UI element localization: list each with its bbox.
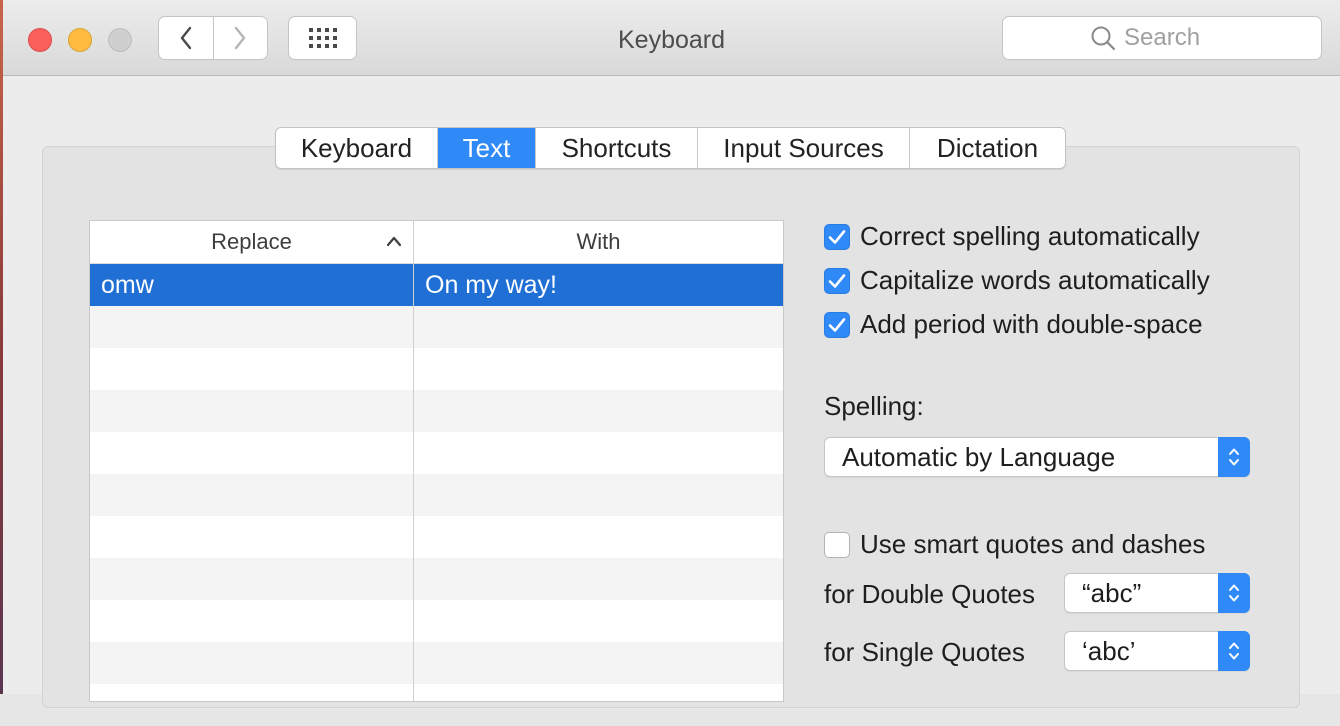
sort-ascending-icon: [386, 236, 402, 247]
tab-bar: Keyboard Text Shortcuts Input Sources Di…: [275, 127, 1066, 169]
with-cell: On my way!: [425, 271, 557, 299]
checkmark-icon: [828, 317, 846, 332]
replacement-table[interactable]: Replace With omw On my way!: [89, 220, 784, 702]
correct-spelling-option[interactable]: Correct spelling automatically: [824, 221, 1200, 252]
empty-row: [90, 684, 783, 726]
empty-row: [90, 306, 783, 348]
single-quotes-value: ‘abc’: [1082, 636, 1136, 666]
empty-row: [90, 558, 783, 600]
empty-row: [90, 516, 783, 558]
table-row[interactable]: omw On my way!: [90, 264, 783, 306]
smart-quotes-checkbox[interactable]: [824, 531, 850, 558]
search-icon: [1091, 26, 1116, 51]
tab-keyboard[interactable]: Keyboard: [276, 128, 437, 168]
empty-row: [90, 390, 783, 432]
double-space-period-option[interactable]: Add period with double-space: [824, 309, 1203, 340]
up-down-chevron-icon: [1229, 448, 1239, 466]
double-space-period-label: Add period with double-space: [860, 309, 1203, 339]
table-rows: omw On my way!: [90, 264, 783, 726]
tab-dictation[interactable]: Dictation: [909, 128, 1065, 168]
smart-quotes-label: Use smart quotes and dashes: [860, 529, 1206, 559]
spelling-value: Automatic by Language: [842, 442, 1116, 472]
correct-spelling-checkbox[interactable]: [824, 223, 850, 250]
replace-cell: omw: [101, 271, 154, 299]
double-quotes-value: “abc”: [1082, 578, 1142, 608]
spelling-popup[interactable]: Automatic by Language: [824, 437, 1250, 477]
capitalize-words-checkbox[interactable]: [824, 267, 850, 294]
double-quotes-label: for Double Quotes: [824, 579, 1036, 609]
column-divider: [413, 221, 414, 701]
popup-stepper: [1218, 437, 1250, 477]
spelling-label: Spelling:: [824, 391, 924, 421]
checkmark-icon: [828, 273, 846, 288]
smart-quotes-option[interactable]: Use smart quotes and dashes: [824, 529, 1205, 560]
correct-spelling-label: Correct spelling automatically: [860, 221, 1200, 251]
empty-row: [90, 432, 783, 474]
title-bar: Keyboard: [3, 0, 1340, 76]
single-quotes-label: for Single Quotes: [824, 637, 1025, 667]
preferences-window: Keyboard Keyboard Text Shortcuts Input S…: [3, 0, 1340, 708]
up-down-chevron-icon: [1229, 642, 1239, 660]
column-header-with[interactable]: With: [414, 221, 783, 263]
search-field[interactable]: [1002, 16, 1322, 60]
tab-shortcuts[interactable]: Shortcuts: [535, 128, 697, 168]
capitalize-words-label: Capitalize words automatically: [860, 265, 1210, 295]
capitalize-words-option[interactable]: Capitalize words automatically: [824, 265, 1210, 296]
empty-row: [90, 348, 783, 390]
empty-row: [90, 642, 783, 684]
empty-row: [90, 474, 783, 516]
checkmark-icon: [828, 229, 846, 244]
table-header: Replace With: [90, 221, 783, 264]
tab-input-sources[interactable]: Input Sources: [697, 128, 909, 168]
popup-stepper: [1218, 573, 1250, 613]
single-quotes-popup[interactable]: ‘abc’: [1064, 631, 1250, 671]
double-quotes-popup[interactable]: “abc”: [1064, 573, 1250, 613]
double-space-period-checkbox[interactable]: [824, 311, 850, 338]
up-down-chevron-icon: [1229, 584, 1239, 602]
popup-stepper: [1218, 631, 1250, 671]
tab-text[interactable]: Text: [437, 128, 535, 168]
search-input[interactable]: [1124, 24, 1234, 52]
column-header-replace[interactable]: Replace: [90, 221, 413, 263]
empty-row: [90, 600, 783, 642]
